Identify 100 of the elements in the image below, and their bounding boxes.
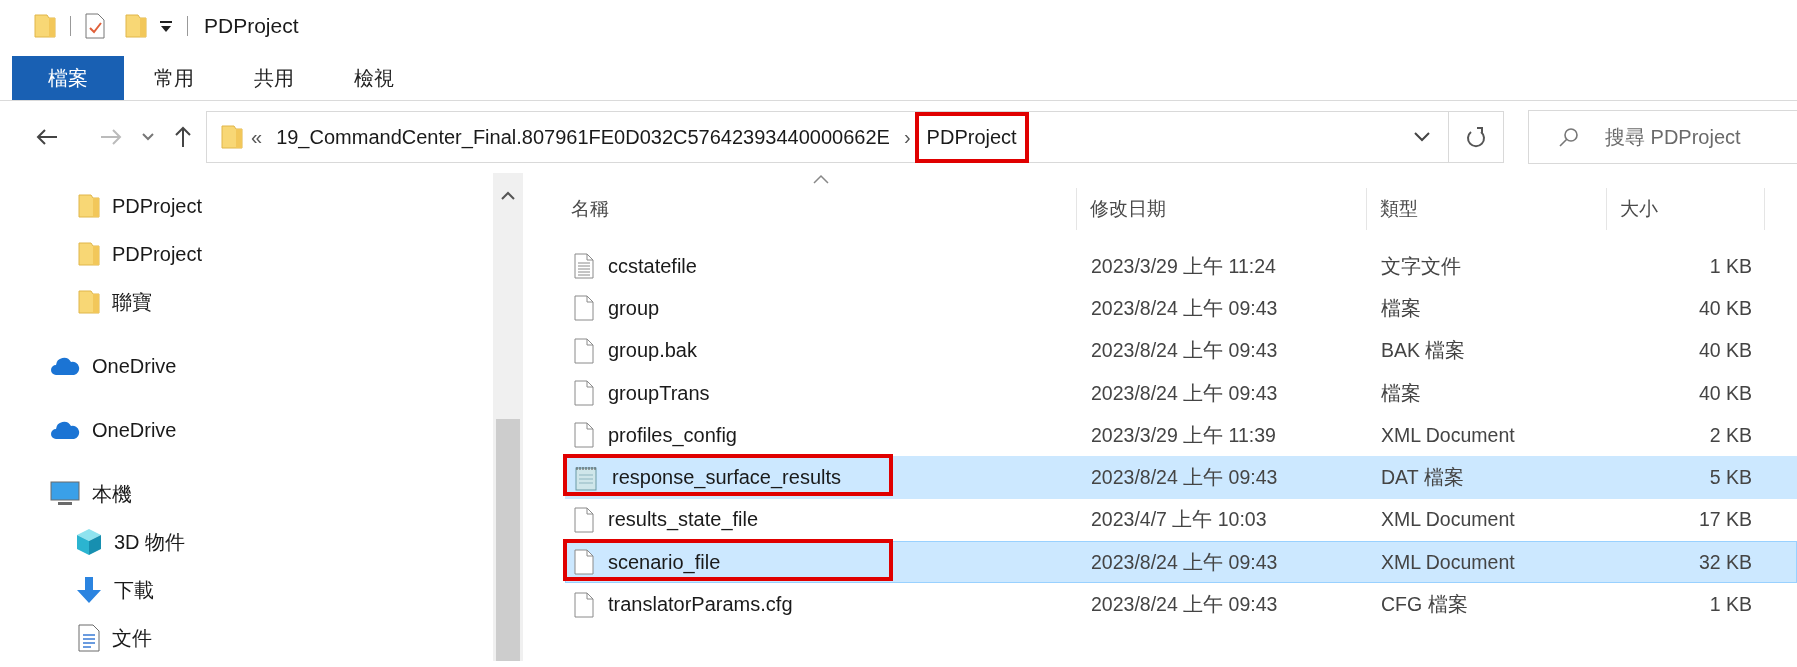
chevron-down-icon[interactable] <box>1414 132 1430 142</box>
file-name: ccstatefile <box>608 254 697 278</box>
file-icon <box>574 295 594 322</box>
file-row[interactable]: ccstatefile 2023/3/29 上午 11:24 文字文件 1 KB <box>565 245 1797 288</box>
scrollbar-thumb[interactable] <box>496 419 520 661</box>
file-name: translatorParams.cfg <box>608 593 793 616</box>
search-field[interactable]: 搜尋 PDProject <box>1528 110 1797 164</box>
text-file-icon <box>574 253 594 280</box>
file-icon <box>574 591 594 618</box>
folder-icon <box>78 241 100 267</box>
refresh-icon[interactable] <box>1466 126 1486 148</box>
file-size: 1 KB <box>1708 254 1753 278</box>
file-name: scenario_file <box>608 550 721 574</box>
modified-date: 2023/4/7 上午 10:03 <box>1090 507 1268 533</box>
file-type: DAT 檔案 <box>1380 465 1465 491</box>
overflow-chevron[interactable]: « <box>243 125 271 149</box>
file-row[interactable]: group.bak 2023/8/24 上午 09:43 BAK 檔案 40 KB <box>565 329 1797 372</box>
customize-toolbar-icon[interactable] <box>159 19 173 33</box>
up-arrow-icon[interactable] <box>174 126 192 148</box>
folder-icon <box>78 193 100 219</box>
ribbon-tab[interactable]: 檢視 <box>324 56 424 100</box>
folder-icon <box>78 289 100 315</box>
file-type: 文字文件 <box>1380 253 1462 279</box>
file-row[interactable]: groupTrans 2023/8/24 上午 09:43 檔案 40 KB <box>565 371 1797 415</box>
file-icon <box>574 380 594 407</box>
window-title: PDProject <box>204 14 299 38</box>
file-size: 1 KB <box>1708 593 1753 616</box>
file-size: 17 KB <box>1697 508 1753 532</box>
ribbon-tab[interactable]: 常用 <box>124 56 224 100</box>
nav-item[interactable]: 本機 <box>92 480 132 508</box>
file-type: XML Document <box>1380 550 1516 574</box>
modified-date: 2023/3/29 上午 11:24 <box>1090 253 1277 279</box>
scroll-up-icon[interactable] <box>501 191 515 201</box>
monitor-icon <box>50 481 80 507</box>
file-type: CFG 檔案 <box>1380 592 1469 617</box>
nav-item[interactable]: 聯寶 <box>112 288 152 316</box>
cloud-icon <box>50 420 80 440</box>
file-row[interactable]: translatorParams.cfg 2023/8/24 上午 09:43 CFG 檔案 1 KB <box>565 583 1797 626</box>
file-name: profiles_config <box>608 423 737 447</box>
nav-item[interactable]: 下載 <box>114 576 154 604</box>
file-name: group.bak <box>608 339 697 363</box>
file-icon <box>574 337 594 364</box>
cloud-icon <box>50 356 80 376</box>
breadcrumb-separator[interactable]: › <box>895 125 919 149</box>
file-row[interactable]: group 2023/8/24 上午 09:43 檔案 40 KB <box>565 287 1797 330</box>
folder-icon <box>34 13 56 39</box>
file-type: BAK 檔案 <box>1380 338 1467 364</box>
file-menu-button[interactable]: 檔案 <box>12 56 124 100</box>
document-icon <box>78 624 100 652</box>
column-header[interactable]: 修改日期 <box>1077 188 1367 230</box>
address-bar[interactable]: « 19_CommandCenter_Final.807961FE0D032C57642393440000662E › PDProject <box>206 111 1504 163</box>
file-size: 2 KB <box>1708 423 1753 447</box>
file-row[interactable]: scenario_file 2023/8/24 上午 09:43 XML Document 32 KB <box>565 541 1797 584</box>
nav-item[interactable]: PDProject <box>112 242 203 266</box>
chevron-down-icon[interactable] <box>142 133 154 141</box>
modified-date: 2023/8/24 上午 09:43 <box>1090 380 1279 406</box>
file-name: results_state_file <box>608 508 759 532</box>
file-type: 檔案 <box>1380 295 1422 321</box>
file-size: 40 KB <box>1697 381 1753 405</box>
modified-date: 2023/8/24 上午 09:43 <box>1090 295 1279 321</box>
breadcrumb-segment[interactable]: 19_CommandCenter_Final.807961FE0D032C57642393440000662E <box>270 125 896 149</box>
file-type: XML Document <box>1380 423 1516 447</box>
sort-caret-icon[interactable] <box>813 174 829 184</box>
down-arrow-icon <box>76 576 102 604</box>
modified-date: 2023/8/24 上午 09:43 <box>1090 338 1279 364</box>
nav-item[interactable]: 3D 物件 <box>114 528 186 556</box>
checklist-icon <box>85 13 105 39</box>
modified-date: 2023/8/24 上午 09:43 <box>1090 549 1279 575</box>
nav-item[interactable]: OneDrive <box>92 418 177 442</box>
file-name: groupTrans <box>608 381 710 405</box>
modified-date: 2023/3/29 上午 11:39 <box>1090 422 1277 448</box>
nav-item[interactable]: 文件 <box>112 624 152 652</box>
file-size: 32 KB <box>1697 550 1753 574</box>
cube-icon <box>76 528 102 556</box>
file-size: 40 KB <box>1697 296 1753 320</box>
folder-icon <box>125 13 147 39</box>
file-size: 5 KB <box>1708 466 1753 490</box>
modified-date: 2023/8/24 上午 09:43 <box>1090 465 1279 491</box>
file-type: XML Document <box>1380 508 1516 532</box>
column-header[interactable]: 名稱 <box>565 188 1077 230</box>
nav-item[interactable]: PDProject <box>112 194 203 218</box>
file-size: 40 KB <box>1697 339 1753 363</box>
file-icon <box>574 549 594 576</box>
file-row[interactable]: profiles_config 2023/3/29 上午 11:39 XML Document 2 KB <box>565 414 1797 457</box>
file-name: response_surface_results <box>612 466 841 490</box>
search-icon <box>1559 127 1579 147</box>
column-header[interactable]: 類型 <box>1367 188 1607 230</box>
file-type: 檔案 <box>1380 380 1422 406</box>
nav-item[interactable]: OneDrive <box>92 354 177 378</box>
ribbon-tab[interactable]: 共用 <box>224 56 324 100</box>
notepad-icon <box>574 464 598 491</box>
folder-icon <box>221 124 243 150</box>
file-row[interactable]: response_surface_results 2023/8/24 上午 09:43 DAT 檔案 5 KB <box>565 456 1797 499</box>
file-icon <box>574 506 594 533</box>
back-arrow-icon[interactable] <box>36 128 58 146</box>
file-row[interactable]: results_state_file 2023/4/7 上午 10:03 XML Document 17 KB <box>565 498 1797 542</box>
modified-date: 2023/8/24 上午 09:43 <box>1090 592 1279 617</box>
file-name: group <box>608 296 660 320</box>
file-icon <box>574 422 594 449</box>
column-header[interactable]: 大小 <box>1607 188 1765 230</box>
